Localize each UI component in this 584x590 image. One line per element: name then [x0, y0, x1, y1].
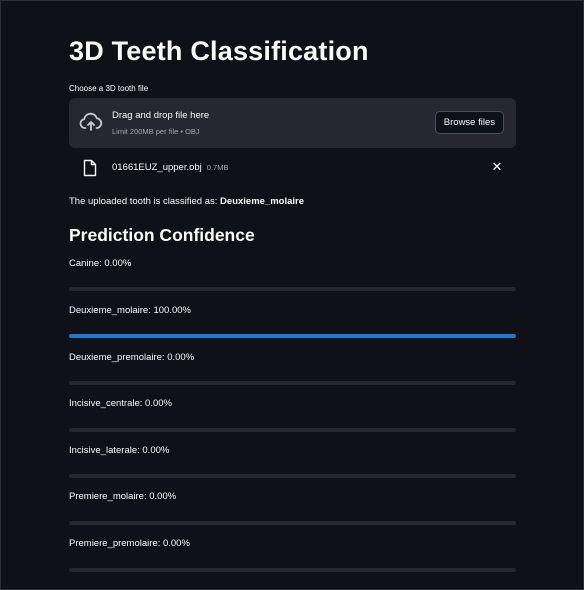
uploaded-file-name: 01661EUZ_upper.obj 0.7MB: [112, 162, 228, 173]
file-dropzone[interactable]: Drag and drop file here Limit 200MB per …: [69, 98, 516, 148]
confidence-label: Premiere_molaire: 0.00%: [69, 491, 177, 502]
file-icon: [83, 159, 97, 177]
page-title: 3D Teeth Classification: [69, 36, 369, 66]
confidence-label: Deuxieme_molaire: 100.00%: [69, 305, 191, 316]
cloud-upload-icon: [79, 112, 103, 131]
uploaded-file-row: 01661EUZ_upper.obj 0.7MB ✕: [69, 158, 516, 180]
confidence-label: Deuxieme_premolaire: 0.00%: [69, 352, 195, 363]
confidence-heading: Prediction Confidence: [69, 225, 255, 245]
uploader-label: Choose a 3D tooth file: [69, 84, 149, 93]
confidence-bar: [69, 287, 516, 291]
confidence-bar-fill: [69, 334, 516, 338]
file-size: 0.7MB: [206, 163, 229, 172]
confidence-label: Incisive_centrale: 0.00%: [69, 398, 172, 409]
confidence-label: Canine: 0.00%: [69, 258, 132, 269]
result-class: Deuxieme_molaire: [220, 196, 305, 207]
browse-files-button[interactable]: Browse files: [434, 111, 504, 134]
confidence-bar: [69, 381, 516, 385]
confidence-bar: [69, 568, 516, 572]
dropzone-title: Drag and drop file here: [112, 110, 210, 121]
close-icon[interactable]: ✕: [490, 160, 504, 174]
confidence-label: Incisive_laterale: 0.00%: [69, 445, 170, 456]
dropzone-limit: Limit 200MB per file • OBJ: [112, 127, 200, 136]
confidence-bar: [69, 334, 516, 338]
confidence-bar: [69, 428, 516, 432]
confidence-bar: [69, 521, 516, 525]
confidence-bar: [69, 474, 516, 478]
classification-result: The uploaded tooth is classified as: Deu…: [69, 196, 304, 207]
confidence-label: Premiere_premolaire: 0.00%: [69, 538, 190, 549]
result-prefix: The uploaded tooth is classified as:: [69, 196, 221, 207]
file-name-text: 01661EUZ_upper.obj: [112, 162, 202, 173]
